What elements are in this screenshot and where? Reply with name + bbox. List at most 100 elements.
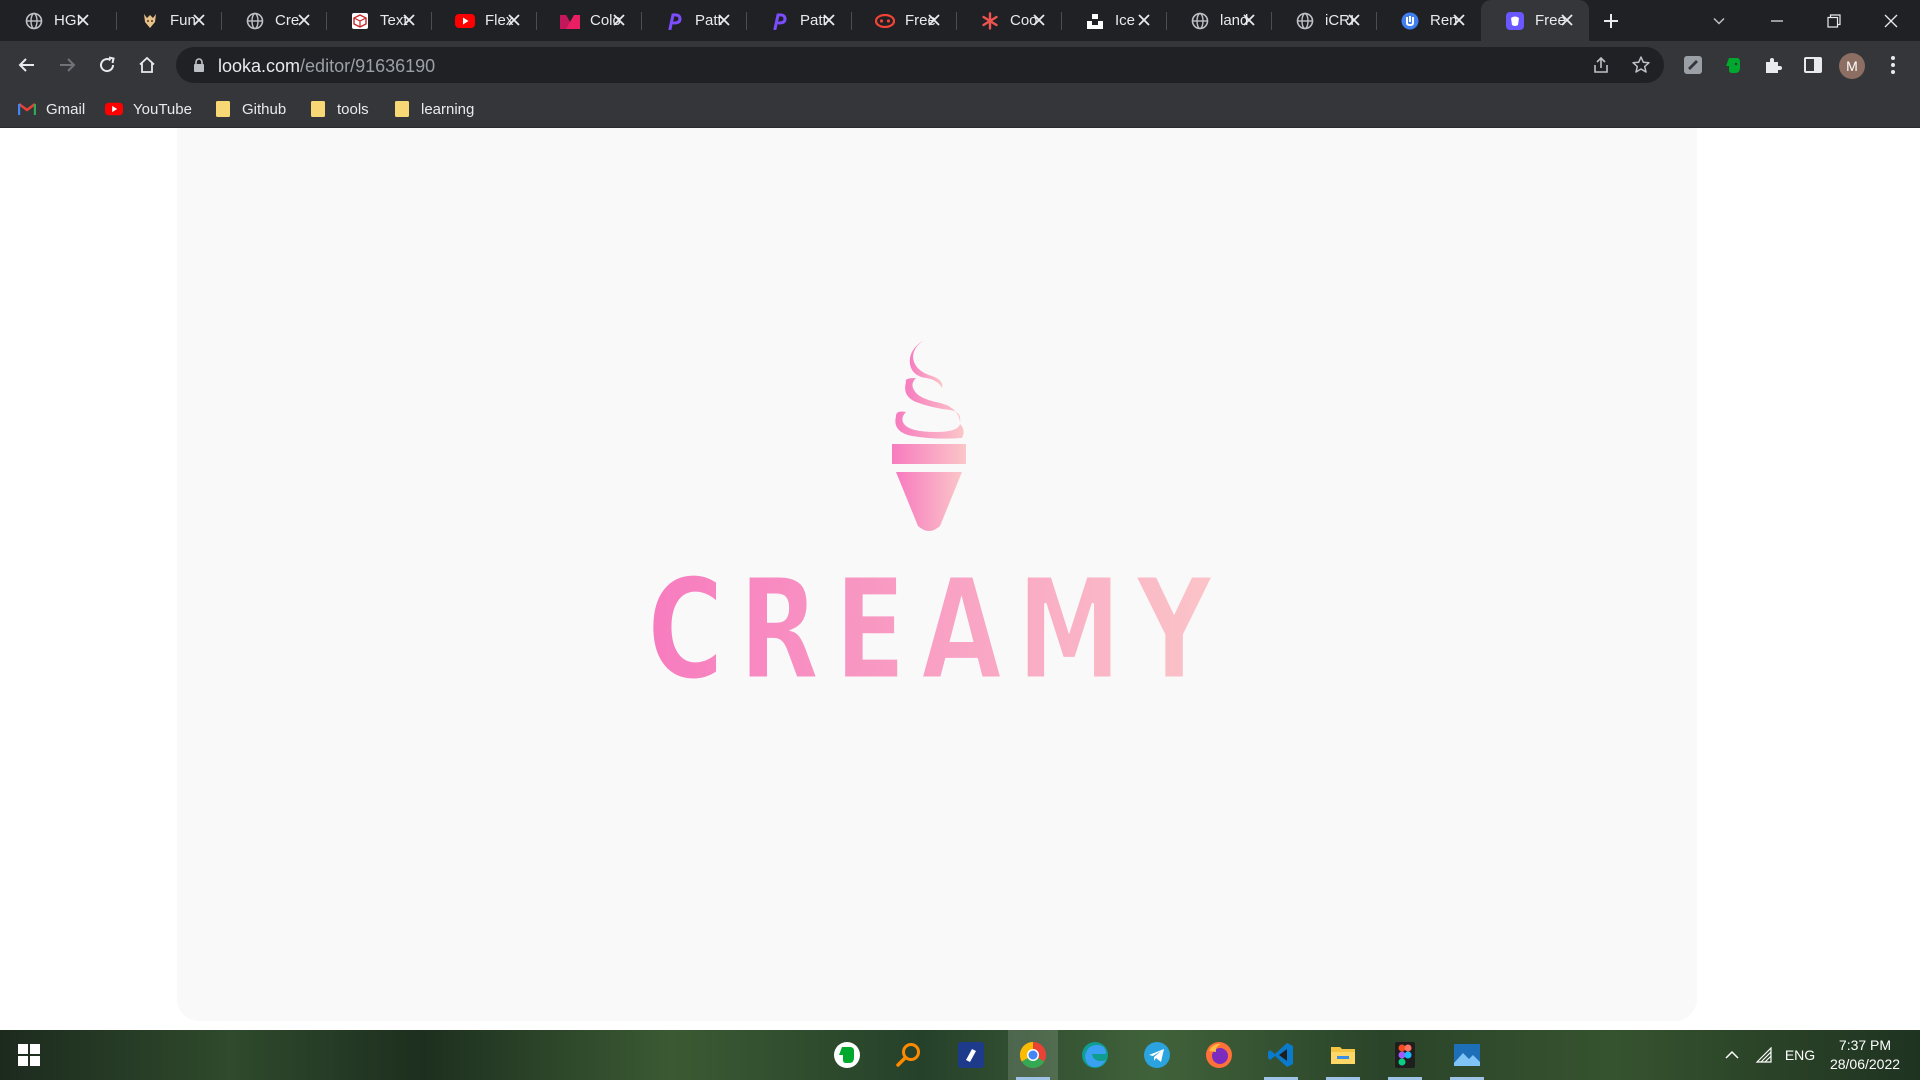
close-window-button[interactable]: [1863, 0, 1919, 41]
asterisk-icon: [980, 11, 1000, 31]
arrow-right-icon: [60, 58, 76, 72]
tab-11[interactable]: Ice: [1061, 0, 1166, 41]
browser-menu-button[interactable]: [1879, 51, 1907, 79]
address-bar[interactable]: looka.com/editor/91636190: [176, 47, 1664, 83]
back-button[interactable]: [11, 49, 43, 81]
close-icon[interactable]: [1136, 12, 1152, 28]
arrow-left-icon: [18, 58, 34, 72]
tab-14[interactable]: Ren: [1376, 0, 1481, 41]
restore-button[interactable]: [1806, 0, 1862, 41]
close-icon[interactable]: [401, 12, 417, 28]
tab-4[interactable]: Text: [326, 0, 431, 41]
bookmark-folder-learning[interactable]: learning: [393, 98, 474, 120]
close-icon[interactable]: [716, 12, 732, 28]
palette-icon: [560, 11, 580, 31]
share-button[interactable]: [1589, 53, 1613, 77]
ice-cream-icon: [892, 340, 966, 531]
side-panel-icon: [1804, 57, 1822, 73]
taskbar-vscode[interactable]: [1256, 1030, 1306, 1080]
close-icon[interactable]: [296, 12, 312, 28]
close-icon[interactable]: [821, 12, 837, 28]
tab-1[interactable]: HGI: [0, 0, 105, 41]
tray-overflow-button[interactable]: [1717, 1030, 1747, 1080]
globe-icon: [24, 11, 44, 31]
tab-3[interactable]: Cre: [221, 0, 326, 41]
side-panel-button[interactable]: [1799, 51, 1827, 79]
gmail-icon: [18, 100, 36, 118]
notes-icon: [958, 1042, 984, 1068]
firefox-icon: [1206, 1042, 1232, 1068]
bookmark-folder-github[interactable]: Github: [214, 98, 286, 120]
pattern-icon: [665, 11, 685, 31]
clock-date: 28/06/2022: [1829, 1056, 1901, 1072]
extensions-button[interactable]: [1759, 51, 1787, 79]
close-icon[interactable]: [191, 12, 207, 28]
taskbar-firefox[interactable]: [1194, 1030, 1244, 1080]
tab-13[interactable]: iCRI: [1271, 0, 1376, 41]
home-button[interactable]: [131, 49, 163, 81]
youtube-icon: [455, 11, 475, 31]
close-icon[interactable]: [1031, 12, 1047, 28]
profile-avatar[interactable]: M: [1839, 53, 1865, 79]
taskbar-search[interactable]: [884, 1030, 934, 1080]
bookmark-star-button[interactable]: [1629, 53, 1653, 77]
folder-icon: [393, 100, 411, 118]
windows-logo-icon: [18, 1044, 40, 1066]
tab-2[interactable]: Fun: [116, 0, 221, 41]
forward-button[interactable]: [51, 49, 83, 81]
minimize-button[interactable]: [1749, 0, 1805, 41]
more-vertical-icon: [1891, 56, 1895, 74]
tray-clock[interactable]: 7:37 PM 28/06/2022: [1822, 1036, 1908, 1074]
taskbar-evernote[interactable]: [822, 1030, 872, 1080]
bookmark-label: Gmail: [46, 100, 86, 118]
tab-9[interactable]: Free: [851, 0, 956, 41]
taskbar-file-explorer[interactable]: [1318, 1030, 1368, 1080]
clock-time: 7:37 PM: [1838, 1037, 1892, 1053]
bookmark-youtube[interactable]: YouTube: [105, 98, 192, 120]
close-icon[interactable]: [926, 12, 942, 28]
tab-5[interactable]: Flex: [431, 0, 536, 41]
home-icon: [139, 56, 155, 73]
extension-notes-button[interactable]: [1679, 51, 1707, 79]
taskbar-chrome[interactable]: [1008, 1030, 1058, 1080]
close-icon[interactable]: [75, 12, 91, 28]
close-icon[interactable]: [611, 12, 627, 28]
bookmark-folder-tools[interactable]: tools: [309, 98, 369, 120]
plus-icon: [1604, 14, 1618, 28]
url-host: looka.com: [218, 56, 301, 76]
chrome-icon: [1019, 1041, 1046, 1069]
close-icon[interactable]: [506, 12, 522, 28]
page-content: CREAMY: [0, 128, 1920, 1030]
tray-network-button[interactable]: [1749, 1030, 1779, 1080]
reload-button[interactable]: [91, 49, 123, 81]
bookmark-gmail[interactable]: Gmail: [18, 98, 85, 120]
browser-toolbar: looka.com/editor/91636190 M: [0, 41, 1920, 89]
bookmark-label: learning: [421, 100, 475, 118]
tab-12[interactable]: land: [1166, 0, 1271, 41]
url-text: looka.com/editor/91636190: [218, 56, 435, 77]
tab-10[interactable]: Coo: [956, 0, 1061, 41]
tab-15-active[interactable]: Free: [1481, 0, 1589, 41]
close-icon[interactable]: [1451, 12, 1467, 28]
close-icon[interactable]: [1241, 12, 1257, 28]
taskbar-telegram[interactable]: [1132, 1030, 1182, 1080]
taskbar-photos[interactable]: [1442, 1030, 1492, 1080]
extension-evernote-button[interactable]: [1719, 51, 1747, 79]
new-tab-button[interactable]: [1598, 8, 1624, 34]
reload-icon: [100, 56, 115, 73]
taskbar-figma[interactable]: [1380, 1030, 1430, 1080]
tray-language[interactable]: ENG: [1781, 1030, 1819, 1080]
tab-8[interactable]: Patt: [746, 0, 851, 41]
close-icon[interactable]: [1346, 12, 1362, 28]
taskbar-edge[interactable]: [1070, 1030, 1120, 1080]
tab-7[interactable]: Patt: [641, 0, 746, 41]
minimize-icon: [1771, 19, 1783, 22]
close-icon[interactable]: [1559, 12, 1575, 28]
logo-maker-icon: [1505, 11, 1525, 31]
notes-extension-icon: [1684, 56, 1702, 74]
taskbar-notes[interactable]: [946, 1030, 996, 1080]
start-button[interactable]: [18, 1044, 40, 1066]
tab-6[interactable]: Colo: [536, 0, 641, 41]
tab-search-button[interactable]: [1691, 0, 1747, 41]
evernote-icon: [1726, 58, 1740, 73]
